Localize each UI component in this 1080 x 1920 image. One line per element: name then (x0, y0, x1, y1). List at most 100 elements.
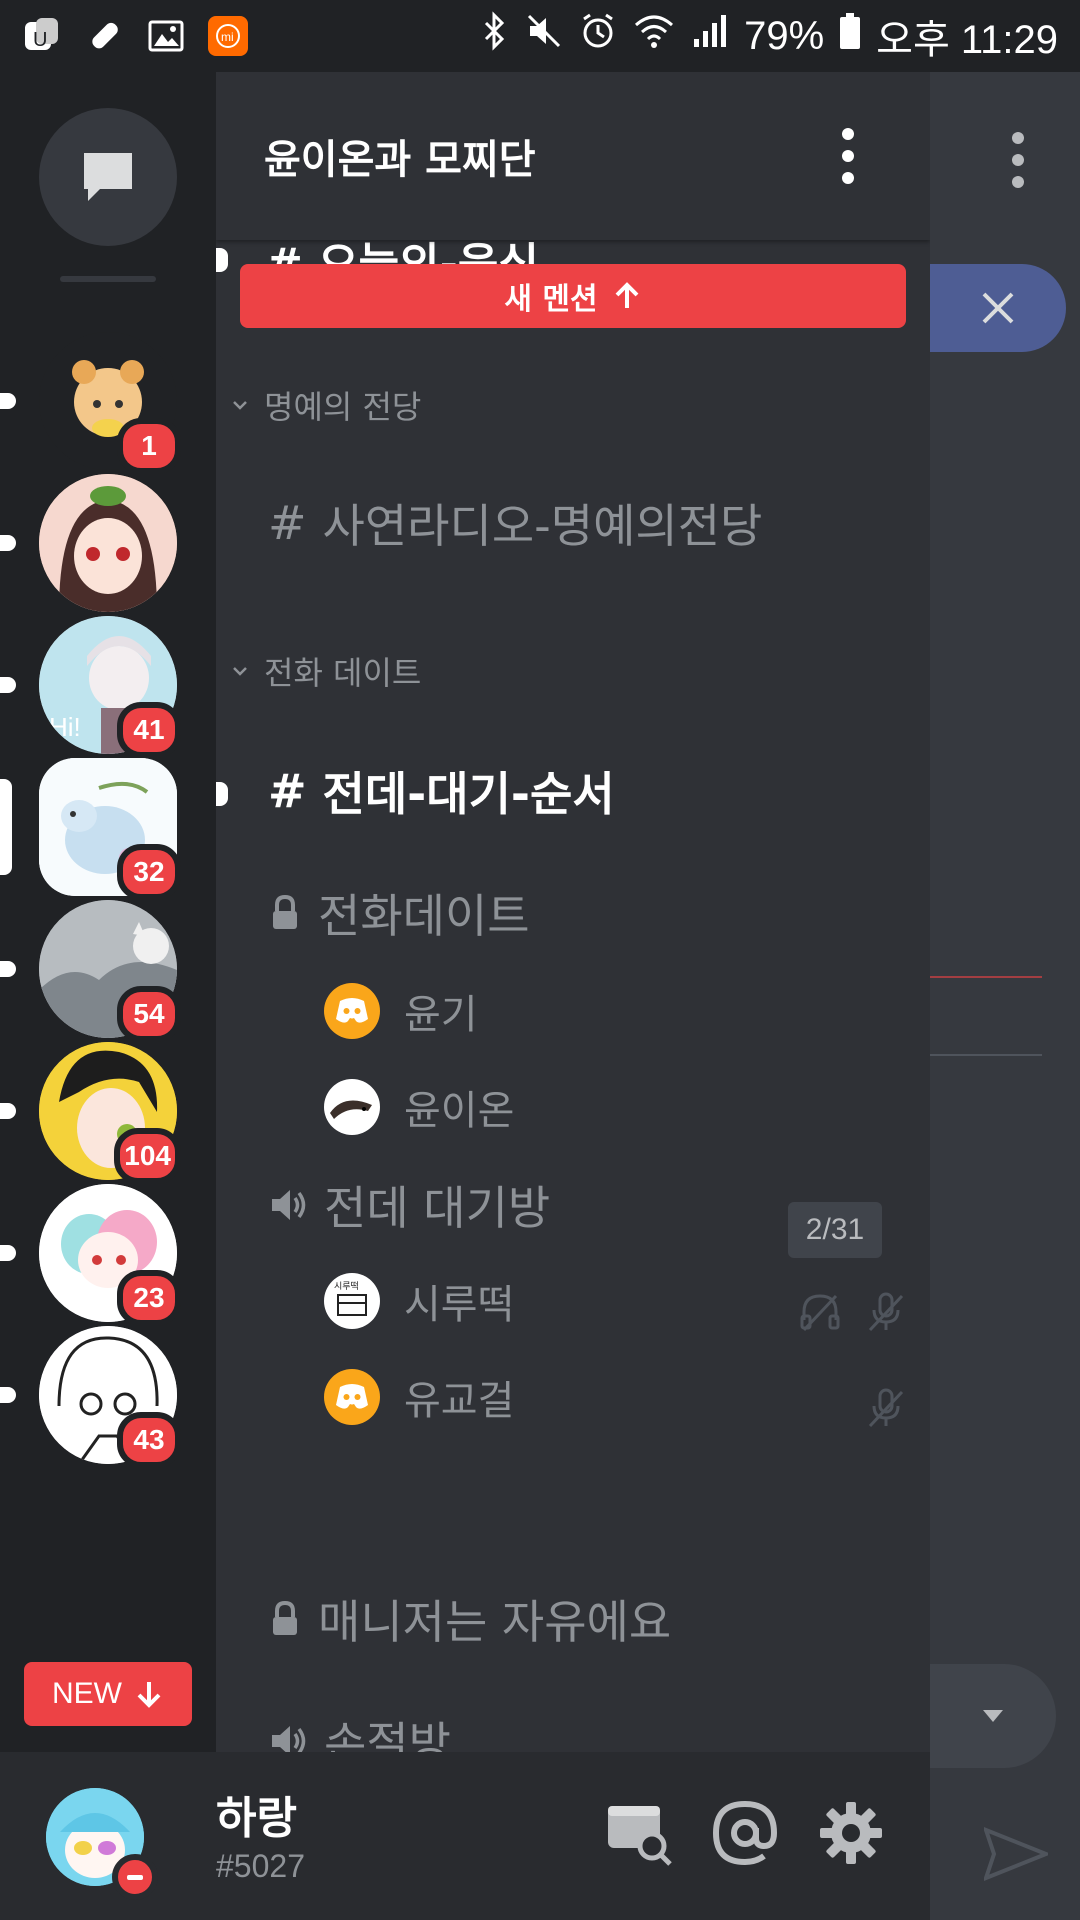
alarm-icon (578, 11, 618, 61)
battery-percent: 79% (744, 13, 825, 58)
new-mentions-bar[interactable]: 새 멘션 (240, 264, 906, 328)
rail-separator (60, 276, 156, 282)
channel-unread-pill (216, 248, 228, 272)
speaker-icon (272, 1190, 306, 1220)
member-status-icons (864, 1386, 908, 1430)
chevron-down-icon (233, 667, 247, 676)
server-icon-3[interactable]: Hi! 41 (0, 616, 181, 758)
more-options-icon[interactable] (838, 128, 858, 184)
chevron-down-icon (233, 401, 247, 410)
server-rail: 1 Hi! 41 32 54 104 23 43 NEW (0, 72, 216, 1752)
mention-badge: 23 (117, 1270, 181, 1326)
dismiss-banner[interactable] (930, 264, 1066, 352)
user-limit-badge: 2/31 (788, 1202, 882, 1258)
mention-badge: 43 (117, 1412, 181, 1468)
deafened-icon (800, 1294, 840, 1332)
unread-pill (0, 1245, 16, 1261)
image-icon (146, 16, 186, 56)
server-icon-1[interactable]: 1 (0, 332, 181, 474)
pill-icon (84, 16, 124, 56)
svg-text:Hi!: Hi! (49, 712, 81, 742)
server-icon-2[interactable] (0, 474, 177, 612)
avatar (324, 1079, 380, 1135)
voice-member-sirutteok[interactable]: 시루떡 시루떡 (324, 1272, 514, 1330)
status-bar: U mi 79% 오후 11:29 (0, 0, 1080, 72)
lock-icon (273, 894, 297, 929)
chat-bubble-icon (84, 153, 132, 201)
chat-more-icon[interactable] (1012, 132, 1024, 188)
unread-pill (0, 535, 16, 551)
mention-badge: 41 (117, 702, 181, 758)
clock: 오후 11:29 (876, 18, 1058, 62)
channel-manager-free[interactable]: 매니저는 자유에요 (268, 1586, 671, 1652)
server-avatar (39, 474, 177, 612)
settings-gear-icon[interactable] (816, 1798, 886, 1868)
new-unreads-button[interactable]: NEW (24, 1662, 192, 1726)
channel-list: 윤이온과 모찌단 # 오늘의-음식 새 멘션 명예의 전당 # 사연라디오-명예… (216, 72, 930, 1752)
mention-badge: 104 (114, 1128, 181, 1184)
server-icon-8[interactable]: 43 (0, 1326, 181, 1468)
mention-badge: 54 (117, 986, 181, 1042)
muted-icon (868, 1292, 904, 1332)
server-icon-4[interactable]: 32 (0, 758, 181, 900)
server-icon-6[interactable]: 104 (0, 1042, 181, 1184)
voice-channel-waiting-room[interactable]: 전데 대기방 (268, 1172, 550, 1238)
message-input-peek[interactable] (930, 1664, 1056, 1768)
new-messages-divider (930, 976, 1042, 978)
category-hall-of-fame[interactable]: 명예의 전당 (230, 382, 421, 428)
server-discovery-icon[interactable] (604, 1798, 674, 1868)
battery-icon (838, 11, 862, 61)
mute-icon (524, 11, 564, 61)
user-tag: #5027 (216, 1848, 305, 1884)
caret-down-icon (983, 1710, 1003, 1722)
mentions-icon[interactable] (710, 1798, 780, 1868)
voice-member-yugyogeol[interactable]: 유교걸 (324, 1368, 514, 1426)
arrow-down-icon (137, 1682, 161, 1708)
svg-text:U: U (33, 29, 47, 51)
bluetooth-icon (480, 11, 510, 61)
close-icon (982, 292, 1014, 324)
lock-icon (273, 1600, 297, 1635)
server-header[interactable]: 윤이온과 모찌단 (216, 72, 930, 240)
server-icon-7[interactable]: 23 (0, 1184, 181, 1326)
channel-label: 손절방 (324, 1717, 451, 1752)
unread-pill (0, 393, 16, 409)
channel-label: 사연라디오-명예의전당 (322, 499, 763, 553)
category-label: 전화 데이트 (264, 654, 422, 692)
unread-pill (0, 677, 16, 693)
signal-icon (690, 11, 730, 61)
unread-pill (0, 1387, 16, 1403)
send-icon[interactable] (982, 1826, 1052, 1886)
discord-avatar-icon (324, 1369, 380, 1425)
channel-label: 전데-대기-순서 (322, 767, 615, 821)
category-label: 명예의 전당 (264, 388, 422, 426)
hash-icon: # (268, 764, 307, 818)
new-label: NEW (52, 1677, 122, 1710)
app-icon: U (22, 16, 62, 56)
member-name: 윤이온 (404, 1088, 515, 1134)
mention-badge: 1 (117, 418, 181, 474)
channel-queue-order[interactable]: # 전데-대기-순서 (268, 758, 615, 824)
server-name: 윤이온과 모찌단 (264, 137, 536, 183)
chat-peek (930, 72, 1080, 1920)
voice-member-yoonion[interactable]: 윤이온 (324, 1078, 514, 1136)
user-panel: 하랑 #5027 (0, 1752, 930, 1920)
channel-label: 전화데이트 (318, 889, 530, 943)
divider (930, 1054, 1042, 1056)
server-icon-5[interactable]: 54 (0, 900, 181, 1042)
hash-icon: # (268, 496, 307, 550)
member-name: 시루떡 (404, 1282, 515, 1328)
channel-radio-hall[interactable]: # 사연라디오-명예의전당 (268, 490, 762, 556)
voice-channel-cut-room[interactable]: 손절방 (268, 1708, 451, 1752)
avatar: 시루떡 (324, 1273, 380, 1329)
arrow-up-icon (615, 282, 639, 308)
muted-icon (868, 1388, 904, 1428)
voice-member-yoongi[interactable]: 윤기 (324, 982, 478, 1040)
direct-messages-button[interactable] (39, 108, 177, 246)
wifi-icon (632, 11, 676, 61)
discord-avatar-icon (324, 983, 380, 1039)
channel-unread-pill (216, 782, 228, 806)
category-call-date[interactable]: 전화 데이트 (230, 648, 421, 694)
member-name: 유교걸 (404, 1378, 515, 1424)
voice-channel-call-date[interactable]: 전화데이트 (268, 880, 530, 946)
